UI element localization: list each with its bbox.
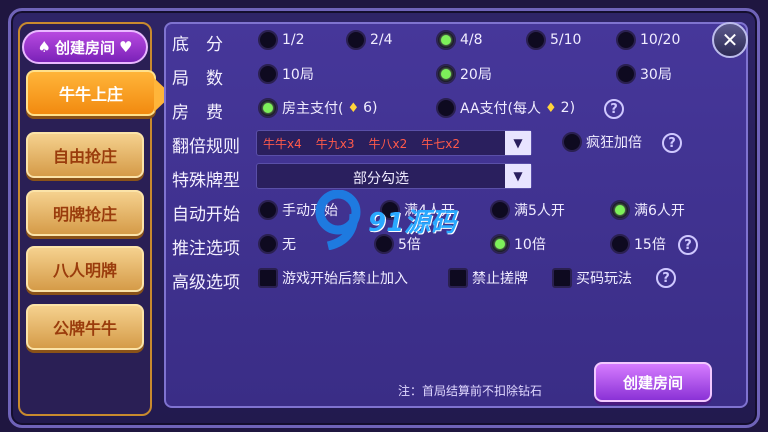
base-score-option[interactable]: 2/4 bbox=[346, 30, 393, 50]
spade-icon: ♠ bbox=[37, 38, 51, 56]
auto-start-option[interactable]: 满5人开 bbox=[490, 200, 565, 220]
checkbox-icon bbox=[552, 268, 572, 288]
mode-tab-eight-player[interactable]: 八人明牌 bbox=[26, 246, 144, 292]
mode-tab-niuniu-shangzhuang[interactable]: 牛牛上庄 bbox=[26, 70, 172, 116]
special-hand-label: 特殊牌型 bbox=[172, 171, 240, 191]
buy-code-checkbox[interactable]: 买码玩法 bbox=[552, 268, 632, 288]
base-score-option-selected[interactable]: 4/8 bbox=[436, 30, 483, 50]
caret-down-icon: ▼ bbox=[505, 131, 531, 155]
double-rule-help-icon[interactable]: ? bbox=[662, 133, 682, 153]
radio-icon bbox=[610, 234, 630, 254]
radio-icon bbox=[526, 30, 546, 50]
base-score-option[interactable]: 1/2 bbox=[258, 30, 305, 50]
radio-icon bbox=[562, 132, 582, 152]
radio-icon bbox=[346, 30, 366, 50]
fee-label: 房 费 bbox=[172, 103, 223, 123]
heart-icon: ♥ bbox=[119, 38, 133, 56]
create-room-button[interactable]: 创建房间 bbox=[594, 362, 712, 402]
close-icon[interactable]: ✕ bbox=[712, 22, 748, 58]
rounds-option-selected[interactable]: 20局 bbox=[436, 64, 492, 84]
rounds-option[interactable]: 30局 bbox=[616, 64, 672, 84]
rounds-option[interactable]: 10局 bbox=[258, 64, 314, 84]
watermark-text: 91源码 bbox=[368, 208, 457, 238]
mode-tab-free-grab[interactable]: 自由抢庄 bbox=[26, 132, 144, 178]
advanced-help-icon[interactable]: ? bbox=[656, 268, 676, 288]
push-bet-option-selected[interactable]: 10倍 bbox=[490, 234, 546, 254]
radio-selected-icon bbox=[258, 98, 278, 118]
radio-icon bbox=[258, 64, 278, 84]
radio-selected-icon bbox=[436, 30, 456, 50]
diamond-icon: ♦ bbox=[347, 100, 360, 116]
rounds-label: 局 数 bbox=[172, 69, 223, 89]
diamond-icon: ♦ bbox=[545, 100, 557, 116]
auto-start-label: 自动开始 bbox=[172, 205, 240, 225]
mode-tab-public-card[interactable]: 公牌牛牛 bbox=[26, 304, 144, 350]
push-bet-option[interactable]: 无 bbox=[258, 234, 296, 254]
radio-icon bbox=[490, 200, 510, 220]
fee-help-icon[interactable]: ? bbox=[604, 99, 624, 119]
watermark-logo: 91源码 bbox=[310, 189, 460, 251]
radio-icon bbox=[258, 30, 278, 50]
radio-selected-icon bbox=[610, 200, 630, 220]
base-score-label: 底 分 bbox=[172, 35, 223, 55]
checkbox-icon bbox=[258, 268, 278, 288]
double-rule-dropdown[interactable]: 牛牛x4 牛九x3 牛八x2 牛七x2 ▼ bbox=[256, 130, 532, 156]
mode-tab-open-grab[interactable]: 明牌抢庄 bbox=[26, 190, 144, 236]
diamond-note: 注：首局结算前不扣除钻石 bbox=[398, 384, 543, 398]
no-rub-cards-checkbox[interactable]: 禁止搓牌 bbox=[448, 268, 528, 288]
create-room-title: ♠ 创建房间 ♥ bbox=[22, 30, 148, 64]
fee-owner-pay-option[interactable]: 房主支付( ♦ 6) bbox=[258, 98, 378, 118]
special-hand-dropdown[interactable]: 部分勾选 ▼ bbox=[256, 163, 532, 189]
push-bet-option[interactable]: 15倍 bbox=[610, 234, 666, 254]
base-score-option[interactable]: 5/10 bbox=[526, 30, 581, 50]
advanced-label: 高级选项 bbox=[172, 273, 240, 293]
radio-selected-icon bbox=[436, 64, 456, 84]
radio-selected-icon bbox=[490, 234, 510, 254]
radio-icon bbox=[616, 64, 636, 84]
no-join-after-start-checkbox[interactable]: 游戏开始后禁止加入 bbox=[258, 268, 408, 288]
radio-icon bbox=[258, 200, 278, 220]
push-bet-label: 推注选项 bbox=[172, 239, 240, 259]
caret-down-icon: ▼ bbox=[505, 164, 531, 188]
radio-icon bbox=[258, 234, 278, 254]
watermark-nine-icon bbox=[315, 189, 361, 251]
push-bet-help-icon[interactable]: ? bbox=[678, 235, 698, 255]
crazy-double-option[interactable]: 疯狂加倍 bbox=[562, 132, 642, 152]
auto-start-option-selected[interactable]: 满6人开 bbox=[610, 200, 685, 220]
base-score-option[interactable]: 10/20 bbox=[616, 30, 680, 50]
radio-icon bbox=[436, 98, 456, 118]
radio-icon bbox=[616, 30, 636, 50]
double-rule-label: 翻倍规则 bbox=[172, 137, 240, 157]
fee-aa-pay-option[interactable]: AA支付(每人 ♦ 2) bbox=[436, 98, 575, 118]
checkbox-icon bbox=[448, 268, 468, 288]
